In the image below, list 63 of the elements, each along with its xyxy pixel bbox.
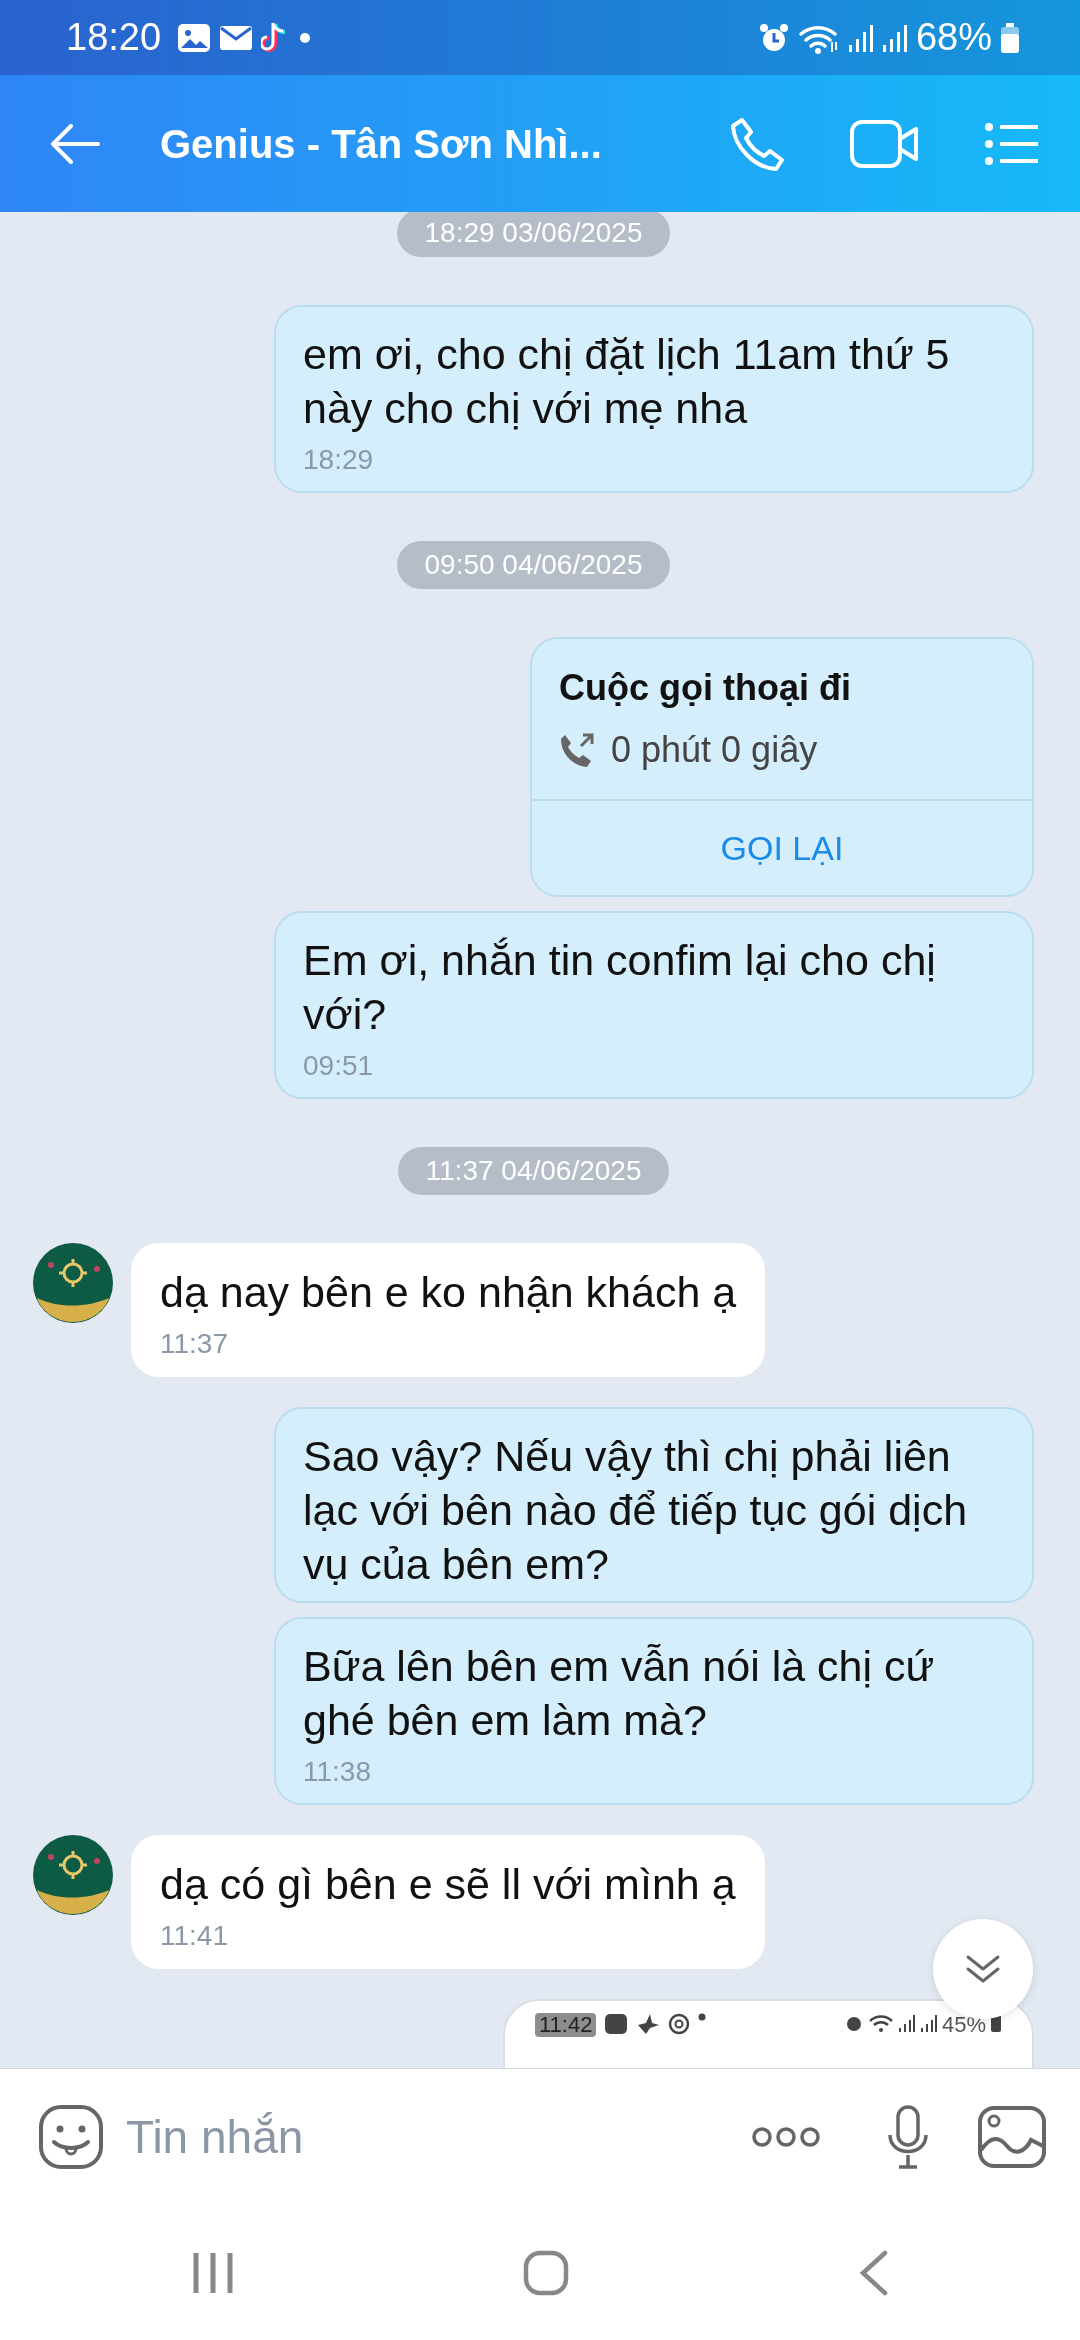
message-text: dạ có gì bên e sẽ ll với mình ạ [160,1859,736,1910]
message-time: 11:41 [160,1919,229,1953]
signal-icon [919,2013,938,2033]
message-time: 09:51 [303,1049,375,1083]
back-button[interactable] [50,123,100,164]
video-camera-icon [850,118,920,169]
date-separator: 11:37 04/06/2025 [397,1147,670,1195]
avatar-icon [33,1243,113,1323]
screenshot-battery: 45% [941,2013,986,2037]
back-button[interactable] [857,2249,888,2296]
battery-icon [1000,21,1020,54]
menu-button[interactable] [984,121,1040,166]
recents-icon [192,2250,235,2295]
double-chevron-down-icon [965,1954,1001,1984]
at-sign-icon [668,2013,691,2035]
wifi-icon [867,2013,894,2033]
mail-icon [219,24,254,51]
screenshot-message[interactable]: 11:42 45% [503,1999,1034,2068]
back-chevron-icon [857,2249,888,2296]
chat-app-icon [604,2013,629,2035]
call-title: Cuộc gọi thoại đi [559,666,852,710]
outgoing-call-icon [559,732,595,768]
avatar-icon [33,1835,113,1915]
message-text: Bữa lên bên em vẫn nói là chị cứ ghé bên em làm mà? [303,1641,936,1746]
call-button[interactable] [730,115,786,172]
dot-icon [698,2013,707,2021]
call-duration: 0 phút 0 giây [611,728,818,772]
smiley-face-icon [38,2104,104,2170]
message-time: 11:38 [303,1755,372,1789]
signal-icon [897,2013,916,2033]
home-button[interactable] [523,2249,569,2296]
menu-icon [984,121,1040,166]
message-time: 11:37 [160,1327,229,1361]
emoji-button[interactable] [38,2104,104,2170]
home-icon [523,2249,569,2296]
image-icon [978,2106,1046,2168]
message-text: Em ơi, nhắn tin confim lại cho chị với? [303,935,937,1040]
recents-button[interactable] [192,2250,235,2295]
battery-icon [990,2013,1002,2033]
video-call-button[interactable] [850,118,920,169]
photo-button[interactable] [978,2106,1046,2168]
voice-button[interactable] [886,2105,930,2169]
battery-percent: 68% [915,15,992,60]
microphone-icon [886,2105,930,2169]
more-button[interactable] [750,2125,822,2149]
signal-icon [881,22,908,53]
date-separator: 18:29 03/06/2025 [396,212,671,257]
more-dots-icon [750,2125,822,2149]
message-text: Sao vậy? Nếu vậy thì chị phải liên lạc với bên nào để tiếp tục gói dịch vụ của bên em? [303,1431,969,1590]
screenshot-time: 11:42 [535,2013,597,2037]
scroll-down-button[interactable] [933,1919,1033,2019]
message-time: 18:29 [303,443,375,477]
message-input[interactable]: Tin nhắn [124,2101,750,2173]
message-text: em ơi, cho chị đặt lịch 11am thứ 5 này cho chị với mẹ nha [303,329,951,434]
back-arrow-icon [50,123,100,164]
image-icon [177,22,212,53]
date-separator: 09:50 04/06/2025 [396,541,671,589]
status-time: 18:20 [66,15,162,60]
chat-title: Genius - Tân Sơn Nhì... [160,120,602,168]
signal-icon [847,22,874,53]
phone-icon [730,115,786,172]
dot-icon [299,31,312,44]
message-text: dạ nay bên e ko nhận khách ạ [160,1267,737,1318]
